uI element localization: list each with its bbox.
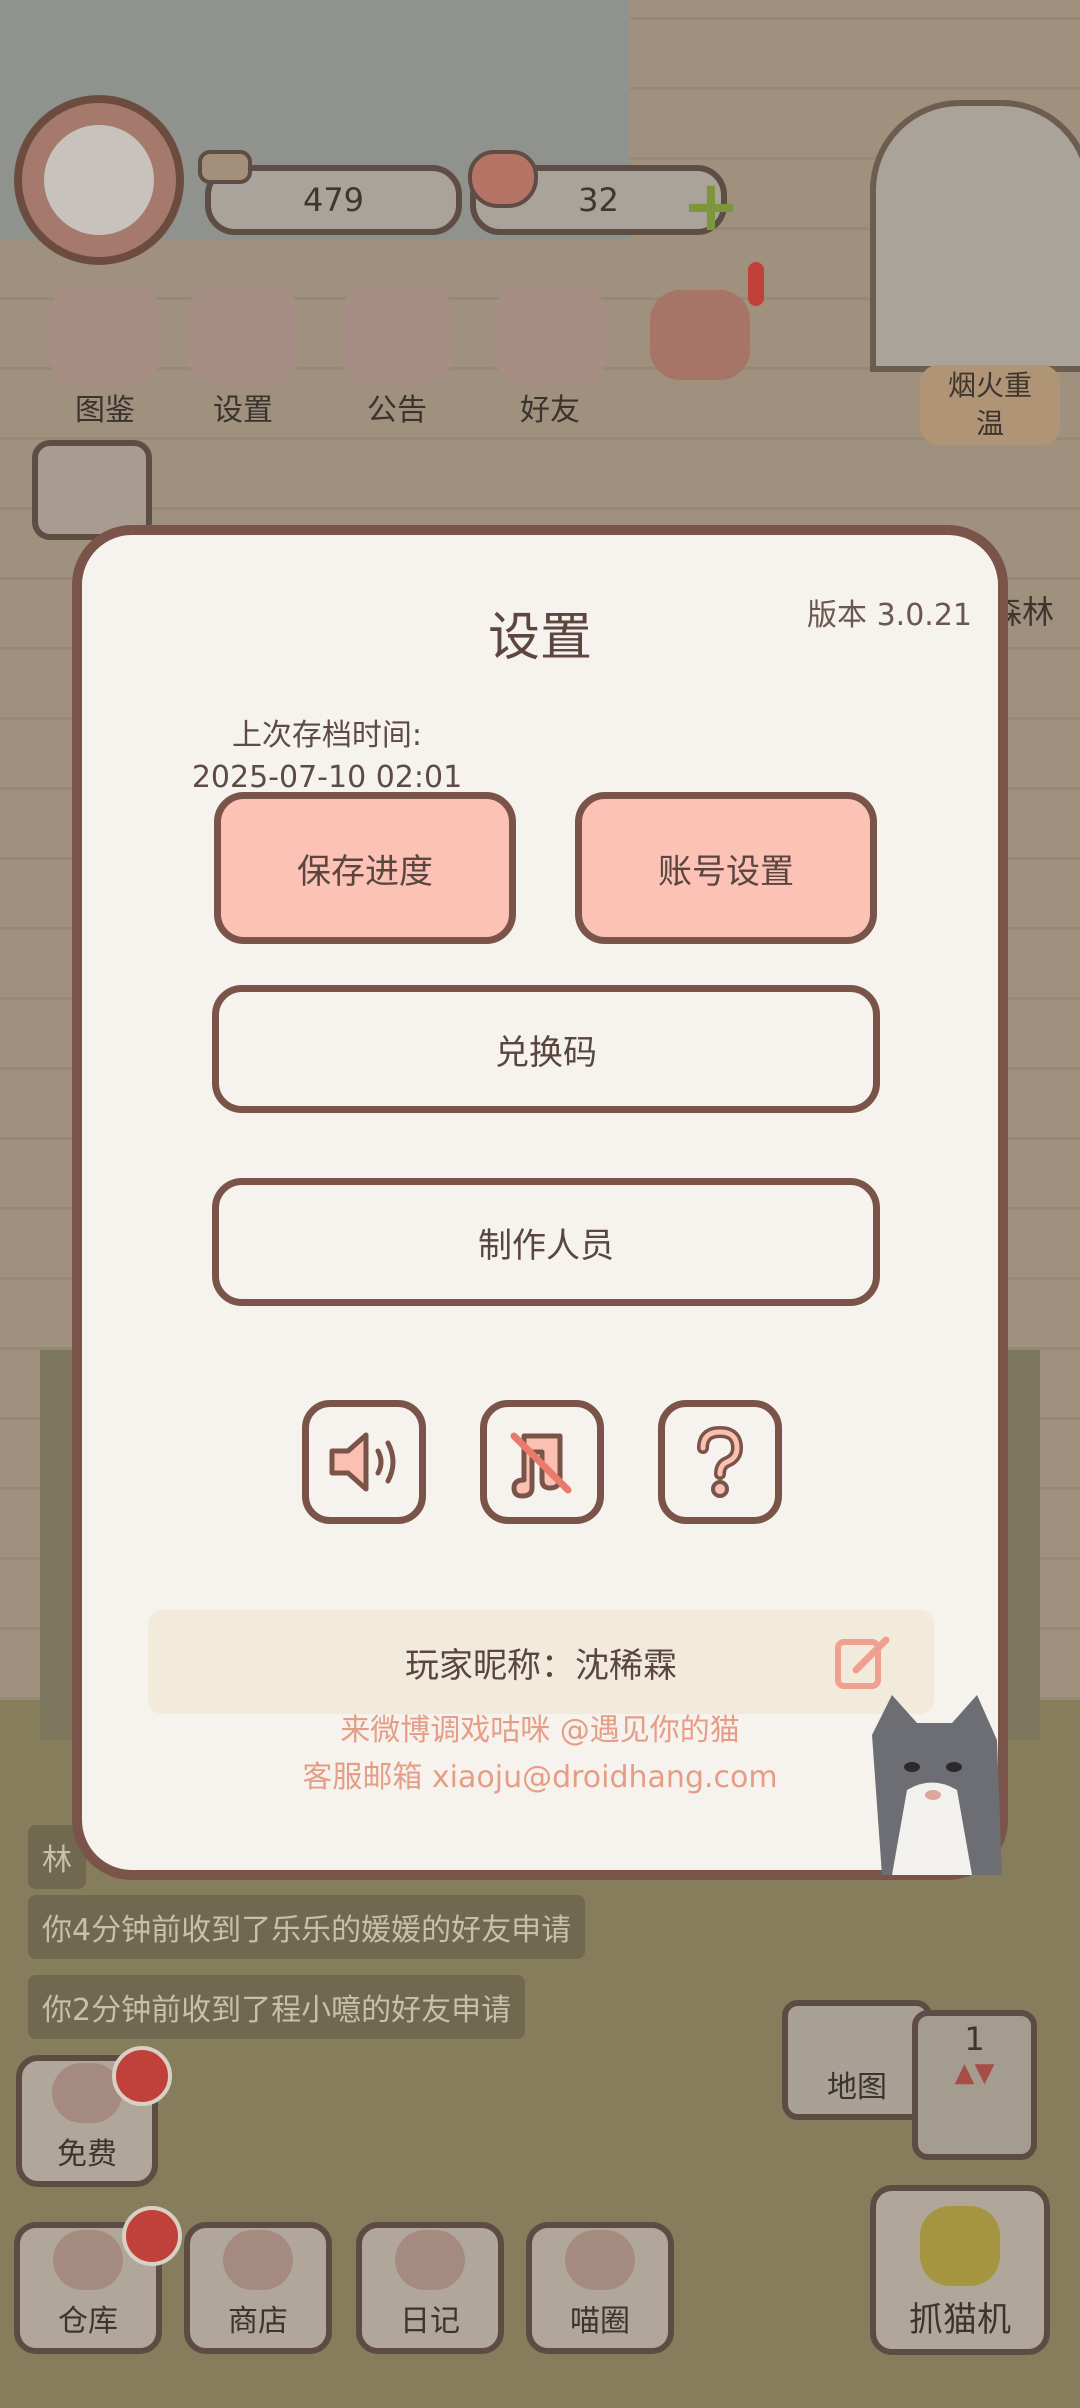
heart-count: 32: [578, 181, 619, 219]
map-button[interactable]: 地图: [782, 2000, 932, 2120]
friends-icon: [495, 285, 605, 385]
shop-label: 商店: [228, 2304, 288, 2339]
cat-book-icon: [50, 285, 160, 385]
warehouse-icon: [53, 2230, 123, 2290]
event-heart-button[interactable]: [650, 290, 750, 380]
chat-message: 你4分钟前收到了乐乐的媛媛的好友申请: [28, 1895, 586, 1959]
event-replay-button[interactable]: 烟火重温: [920, 365, 1060, 445]
menu-settings-button[interactable]: 设置: [168, 285, 318, 428]
menu-notice-button[interactable]: 公告: [322, 285, 472, 428]
nickname-row: 玩家昵称： 沈稀霖: [148, 1610, 934, 1714]
edit-icon: [835, 1636, 890, 1689]
chat-message: 你2分钟前收到了程小噫的好友申请: [28, 1975, 526, 2039]
diary-icon: [395, 2230, 465, 2290]
cat-circle-button[interactable]: 喵圈: [526, 2222, 674, 2354]
save-progress-button[interactable]: 保存进度: [214, 792, 516, 944]
speaker-icon: [329, 1432, 396, 1492]
sound-toggle-button[interactable]: [302, 1400, 426, 1524]
diary-button[interactable]: 日记: [356, 2222, 504, 2354]
floor-number: 1: [964, 2020, 985, 2058]
credits-button[interactable]: 制作人员: [212, 1178, 880, 1306]
redeem-code-label: 兑换码: [495, 1032, 597, 1073]
gift-icon: [342, 285, 452, 385]
save-progress-label: 保存进度: [297, 851, 433, 892]
cat-planet-icon: [565, 2230, 635, 2290]
credits-label: 制作人员: [478, 1225, 614, 1266]
notification-exclaim-icon: [748, 262, 764, 306]
claw-icon: [920, 2206, 1000, 2286]
event-replay-label: 烟火重温: [947, 369, 1032, 440]
claw-machine-label: 抓猫机: [909, 2300, 1011, 2340]
edit-nickname-button[interactable]: [834, 1632, 894, 1692]
claw-machine-button[interactable]: 抓猫机: [870, 2185, 1050, 2355]
fish-count: 479: [302, 181, 365, 219]
notification-dot: [112, 2046, 172, 2106]
warehouse-label: 仓库: [58, 2304, 118, 2339]
nickname-label: 玩家昵称：: [405, 1645, 575, 1686]
settings-dialog: 设置 版本 3.0.21 上次存档时间: 2025-07-10 02:01 保存…: [72, 525, 1008, 1880]
elevator-arrows-icon: ▲▼: [954, 2058, 995, 2088]
menu-catalog-button[interactable]: 图鉴: [30, 285, 180, 428]
avatar[interactable]: [14, 95, 184, 265]
fish-icon: [198, 150, 252, 184]
background-shelf: [870, 100, 1080, 372]
add-heart-button[interactable]: +: [680, 165, 742, 247]
nickname-value: 沈稀霖: [575, 1645, 677, 1686]
menu-notice-label: 公告: [367, 393, 427, 428]
shop-button[interactable]: 商店: [184, 2222, 332, 2354]
menu-friends-button[interactable]: 好友: [475, 285, 625, 428]
free-gift-label: 免费: [57, 2137, 117, 2172]
nickname-text: 玩家昵称： 沈稀霖: [148, 1610, 934, 1714]
menu-settings-label: 设置: [213, 393, 273, 428]
menu-friends-label: 好友: [520, 393, 580, 428]
version-label: 版本 3.0.21: [807, 598, 972, 633]
heart-icon: [468, 150, 538, 208]
account-settings-label: 账号设置: [658, 851, 794, 892]
cat-circle-label: 喵圈: [570, 2304, 630, 2339]
question-icon: [697, 1425, 744, 1498]
notification-dot: [122, 2206, 182, 2266]
music-toggle-button[interactable]: [480, 1400, 604, 1524]
diary-label: 日记: [400, 2304, 460, 2339]
music-muted-icon: [510, 1432, 572, 1499]
cat-mascot-image: [872, 1695, 1002, 1875]
weibo-link[interactable]: 来微博调戏咕咪 @遇见你的猫: [82, 1705, 998, 1749]
gear-icon: [188, 285, 298, 385]
map-label: 地图: [827, 2070, 887, 2105]
menu-catalog-label: 图鉴: [75, 393, 135, 428]
last-save-info: 上次存档时间: 2025-07-10 02:01: [152, 715, 502, 799]
plus-icon: +: [681, 165, 741, 247]
elevator-panel[interactable]: 1 ▲▼: [912, 2010, 1037, 2160]
help-button[interactable]: [658, 1400, 782, 1524]
support-email-link[interactable]: 客服邮箱 xiaoju@droidhang.com: [82, 1752, 998, 1796]
redeem-code-button[interactable]: 兑换码: [212, 985, 880, 1113]
last-save-label: 上次存档时间:: [231, 718, 423, 753]
account-settings-button[interactable]: 账号设置: [575, 792, 877, 944]
shop-icon: [223, 2230, 293, 2290]
